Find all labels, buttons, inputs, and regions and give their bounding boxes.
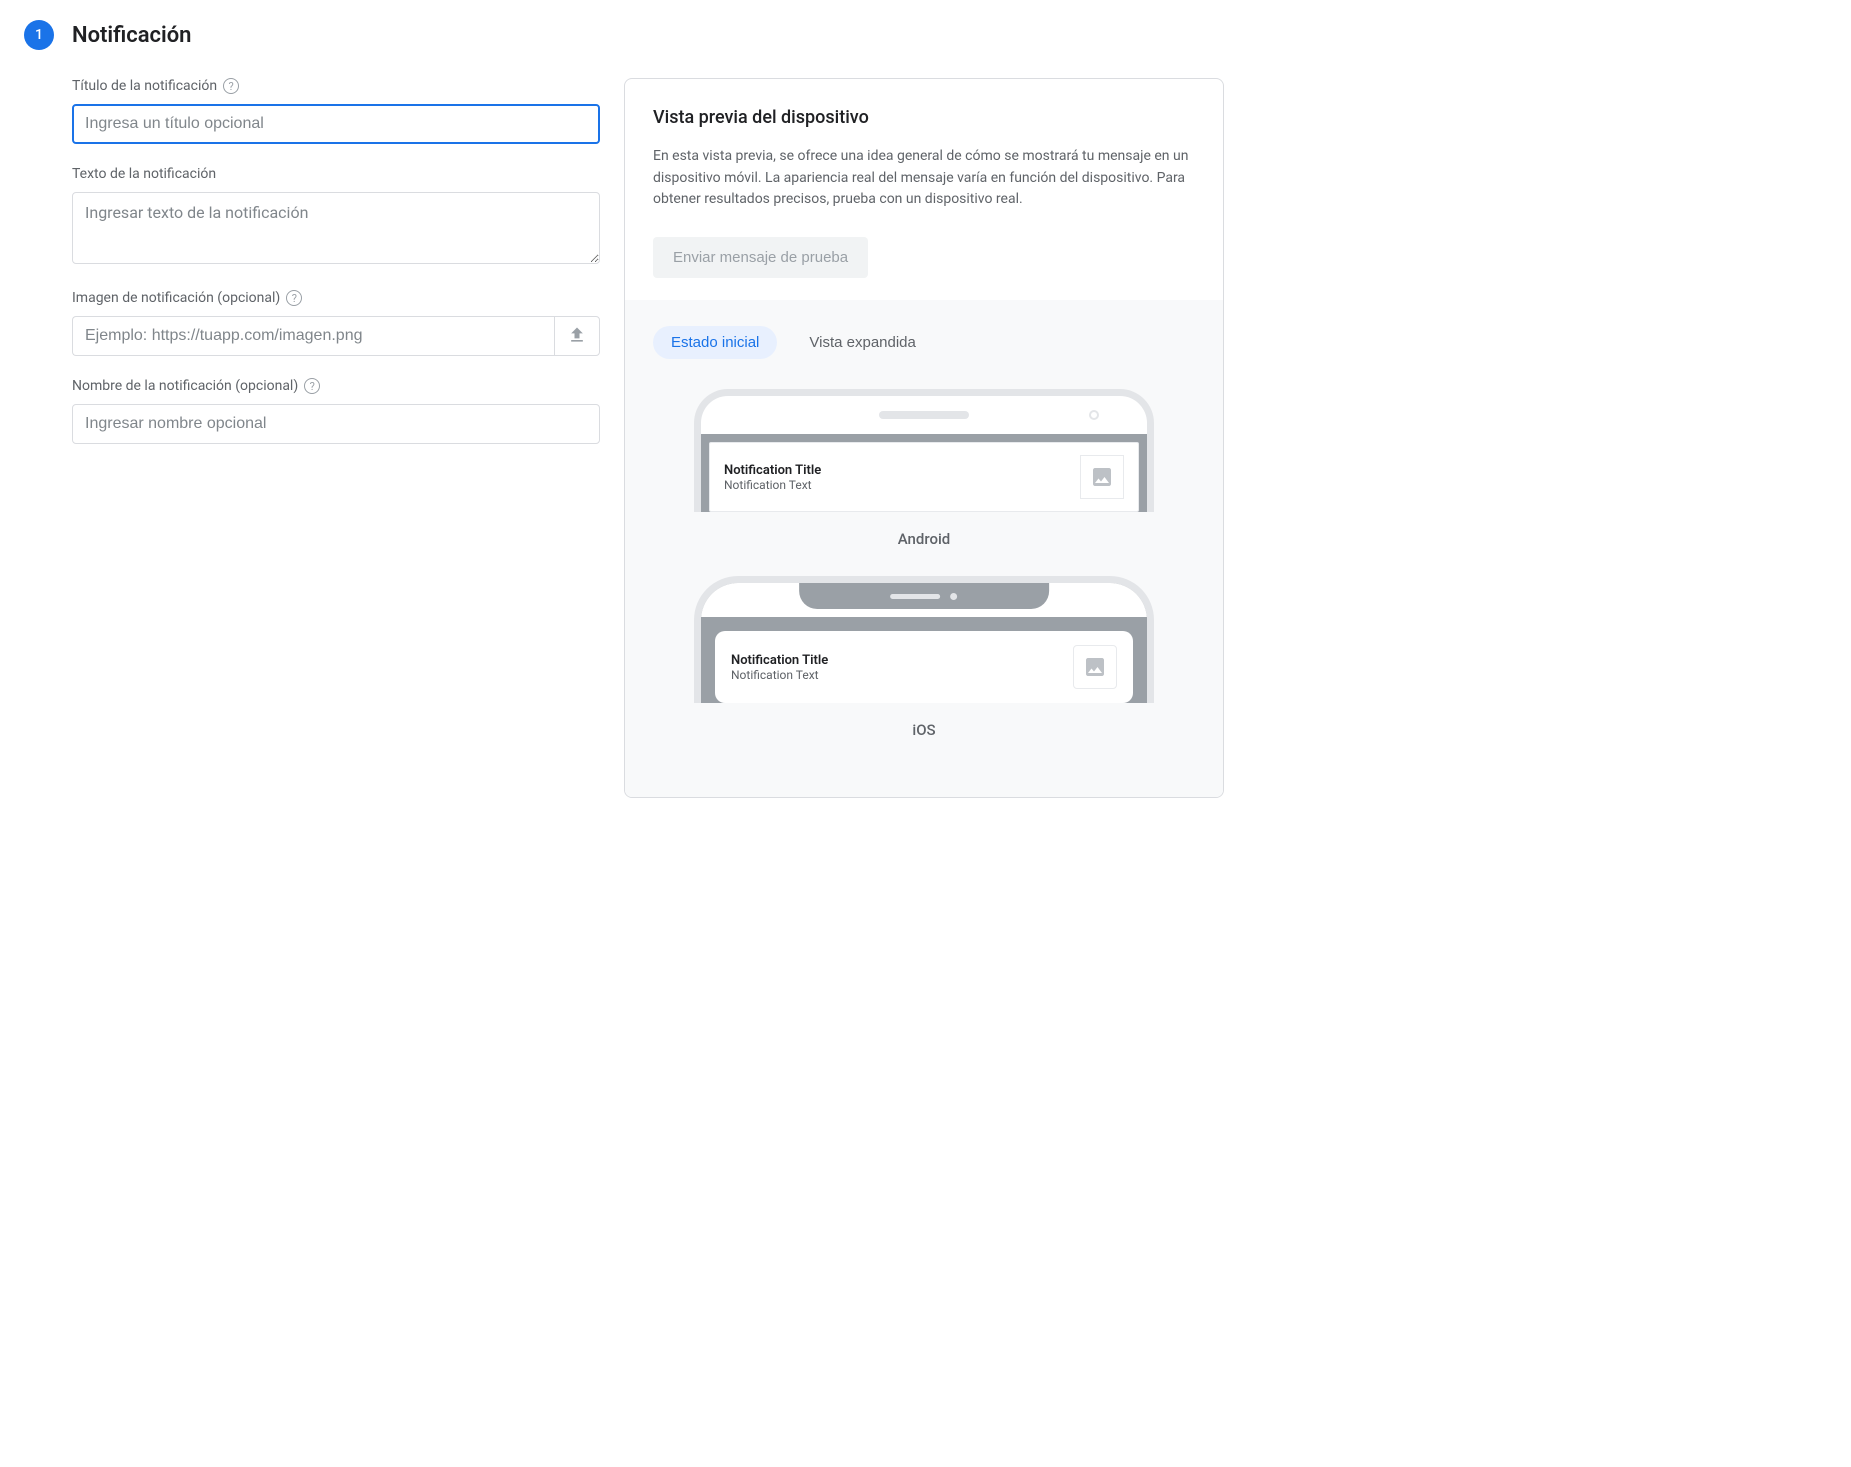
notification-name-input[interactable] (72, 404, 600, 444)
tab-initial-state[interactable]: Estado inicial (653, 326, 777, 359)
help-icon[interactable]: ? (223, 78, 239, 94)
image-placeholder-icon (1080, 455, 1124, 499)
step-header: 1 Notificación (24, 20, 1827, 50)
speaker-icon (891, 594, 941, 599)
notif-text: Notification Text (724, 478, 1068, 492)
android-mock: Notification Title Notification Text (694, 389, 1154, 512)
notif-text: Notification Text (731, 668, 1059, 682)
label-notification-image: Imagen de notificación (opcional) (72, 290, 280, 306)
android-label: Android (653, 530, 1195, 548)
notification-title-input[interactable] (72, 104, 600, 144)
android-notification-card: Notification Title Notification Text (709, 442, 1139, 512)
step-number-badge: 1 (24, 20, 54, 50)
camera-icon (951, 593, 958, 600)
field-notification-image: Imagen de notificación (opcional) ? (72, 290, 600, 356)
preview-tabs: Estado inicial Vista expandida (653, 326, 1195, 359)
device-preview-card: Vista previa del dispositivo En esta vis… (624, 78, 1224, 798)
ios-label: iOS (653, 721, 1195, 739)
upload-icon (567, 325, 587, 348)
field-notification-text: Texto de la notificación (72, 166, 600, 268)
notification-image-input[interactable] (72, 316, 554, 356)
ios-mock: Notification Title Notification Text (694, 576, 1154, 703)
upload-button[interactable] (554, 316, 600, 356)
ios-notification-card: Notification Title Notification Text (715, 631, 1133, 703)
help-icon[interactable]: ? (286, 290, 302, 306)
step-title: Notificación (72, 23, 191, 48)
label-notification-title: Título de la notificación (72, 78, 217, 94)
tab-expanded-view[interactable]: Vista expandida (791, 326, 933, 359)
label-notification-name: Nombre de la notificación (opcional) (72, 378, 298, 394)
field-notification-title: Título de la notificación ? (72, 78, 600, 144)
field-notification-name: Nombre de la notificación (opcional) ? (72, 378, 600, 444)
image-placeholder-icon (1073, 645, 1117, 689)
help-icon[interactable]: ? (304, 378, 320, 394)
camera-icon (1089, 410, 1099, 420)
speaker-icon (879, 411, 969, 419)
send-test-button[interactable]: Enviar mensaje de prueba (653, 237, 868, 278)
notif-title: Notification Title (724, 463, 1068, 478)
notif-title: Notification Title (731, 653, 1059, 668)
preview-description: En esta vista previa, se ofrece una idea… (653, 146, 1195, 211)
preview-heading: Vista previa del dispositivo (653, 107, 1195, 128)
notification-text-input[interactable] (72, 192, 600, 264)
label-notification-text: Texto de la notificación (72, 166, 216, 182)
